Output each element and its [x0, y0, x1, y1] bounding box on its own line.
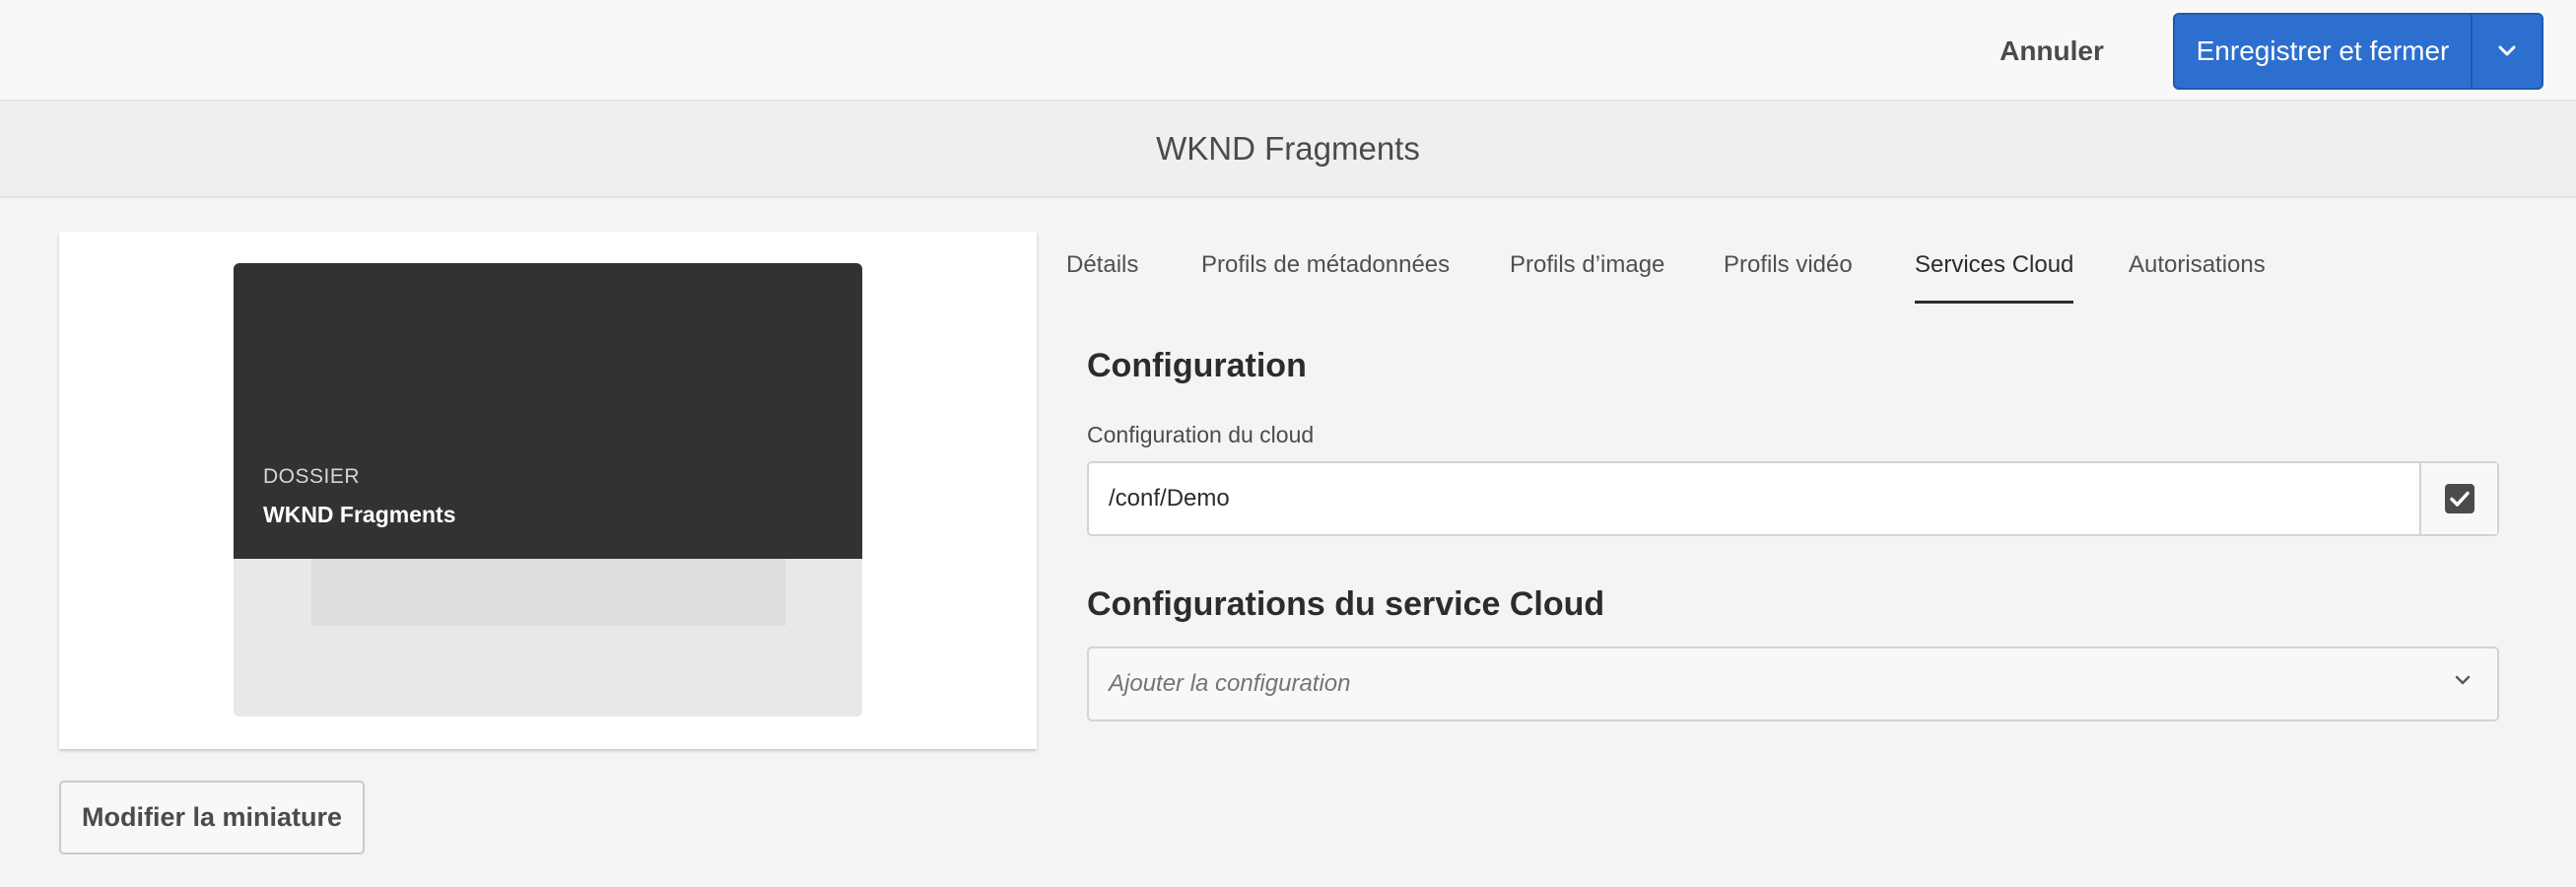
folder-thumbnail: DOSSIER WKND Fragments [234, 263, 862, 716]
modify-thumbnail-button[interactable]: Modifier la miniature [59, 781, 365, 854]
cloud-services-heading: Configurations du service Cloud [1087, 585, 1605, 623]
tab-metadata-profiles[interactable]: Profils de métadonnées [1201, 229, 1450, 302]
add-configuration-select[interactable]: Ajouter la configuration [1087, 647, 2499, 721]
save-button-group: Enregistrer et fermer [2173, 13, 2543, 90]
chevron-down-icon [2498, 45, 2516, 56]
tab-video-profiles[interactable]: Profils vidéo [1724, 229, 1853, 302]
page-title: WKND Fragments [1156, 130, 1420, 167]
cloud-configuration-input[interactable] [1089, 463, 2421, 534]
chevron-down-icon [2455, 675, 2471, 685]
folder-type-label: DOSSIER [263, 465, 361, 488]
path-picker-button[interactable] [2419, 463, 2497, 534]
cloud-configuration-field [1087, 461, 2499, 536]
tab-image-profiles[interactable]: Profils d’image [1510, 229, 1664, 302]
folder-name: WKND Fragments [263, 502, 456, 527]
tab-permissions[interactable]: Autorisations [2129, 229, 2266, 302]
thumbnail-card: DOSSIER WKND Fragments [59, 232, 1037, 749]
save-and-close-button[interactable]: Enregistrer et fermer [2175, 15, 2471, 88]
cancel-button[interactable]: Annuler [1993, 14, 2111, 89]
checkbox-checked-icon [2444, 484, 2474, 513]
tab-cloud-services[interactable]: Services Cloud [1915, 229, 2074, 304]
cloud-configuration-label: Configuration du cloud [1087, 422, 1315, 447]
configuration-heading: Configuration [1087, 347, 1307, 384]
action-bar: Annuler Enregistrer et fermer [0, 0, 2576, 102]
add-configuration-placeholder: Ajouter la configuration [1109, 670, 1351, 697]
save-options-dropdown[interactable] [2471, 15, 2542, 88]
tab-details[interactable]: Détails [1066, 229, 1138, 302]
title-bar: WKND Fragments [0, 102, 2576, 198]
folder-thumbnail-header: DOSSIER WKND Fragments [234, 263, 862, 559]
folder-thumbnail-placeholder [311, 559, 785, 626]
